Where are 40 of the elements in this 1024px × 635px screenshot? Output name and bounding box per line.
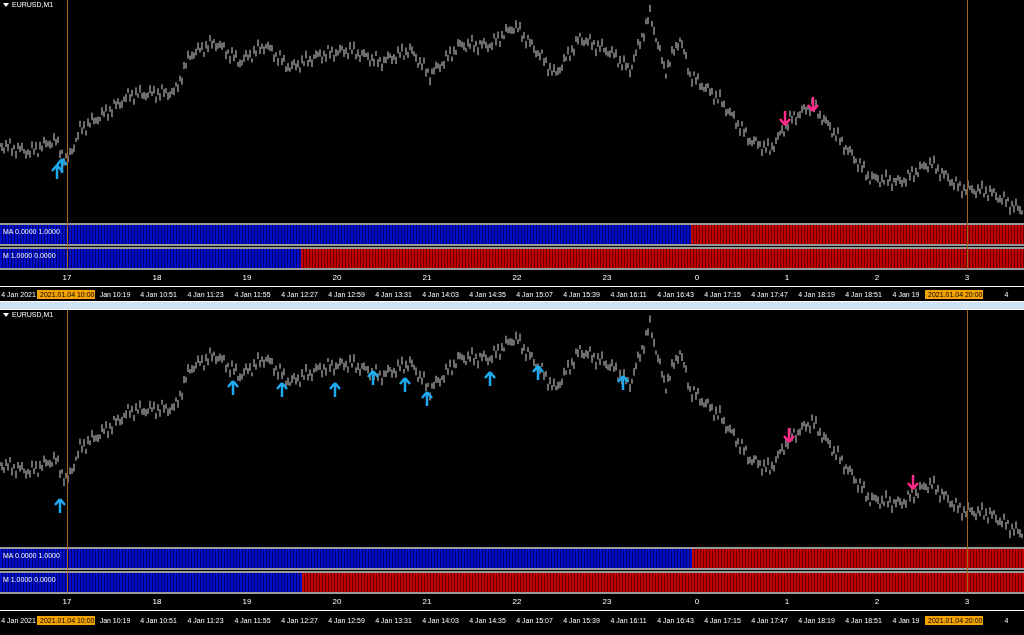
hour-label: 3 <box>964 598 970 606</box>
hour-label: 19 <box>242 598 252 606</box>
hour-label: 20 <box>332 598 342 606</box>
hour-label: 20 <box>332 274 342 282</box>
hour-label: 18 <box>152 274 162 282</box>
arrow-down-icon <box>806 95 820 113</box>
caret-icon[interactable] <box>3 2 9 7</box>
caret-icon[interactable] <box>3 312 9 317</box>
hour-label: 22 <box>512 598 522 606</box>
arrow-up-icon <box>328 381 342 399</box>
hour-label: 23 <box>602 274 612 282</box>
arrow-up-icon <box>55 157 69 175</box>
hour-label: 22 <box>512 274 522 282</box>
arrow-down-icon <box>778 109 792 127</box>
arrow-up-icon <box>366 369 380 387</box>
hour-label: 1 <box>784 274 790 282</box>
hour-label: 3 <box>964 274 970 282</box>
hour-label: 0 <box>694 274 700 282</box>
hour-label: 17 <box>62 598 72 606</box>
arrow-up-icon <box>531 364 545 382</box>
hour-label: 19 <box>242 274 252 282</box>
arrow-up-icon <box>275 381 289 399</box>
arrow-up-icon <box>226 379 240 397</box>
hour-label: 0 <box>694 598 700 606</box>
arrow-up-icon <box>616 374 630 392</box>
arrow-down-icon <box>782 426 796 444</box>
hour-label: 2 <box>874 274 880 282</box>
arrow-down-icon <box>906 473 920 491</box>
hour-label: 17 <box>62 274 72 282</box>
hour-label: 1 <box>784 598 790 606</box>
hour-label: 21 <box>422 274 432 282</box>
hour-label: 2 <box>874 598 880 606</box>
hour-label: 18 <box>152 598 162 606</box>
arrow-up-icon <box>420 390 434 408</box>
arrow-up-icon <box>483 370 497 388</box>
hour-label: 23 <box>602 598 612 606</box>
hour-label: 21 <box>422 598 432 606</box>
arrow-up-icon <box>53 497 67 515</box>
arrow-up-icon <box>398 376 412 394</box>
arrow-up-icon <box>50 163 64 181</box>
